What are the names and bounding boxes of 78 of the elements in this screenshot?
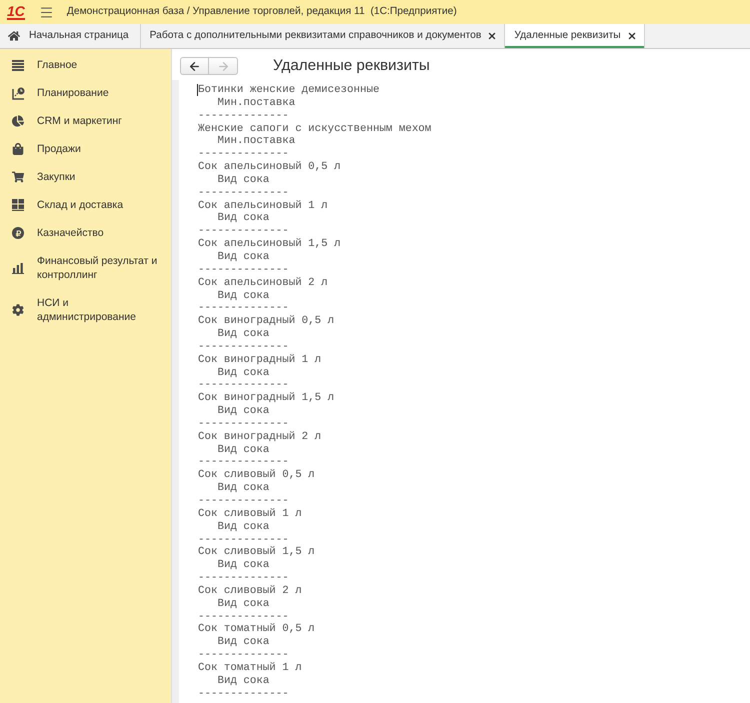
separator-line: -------------- — [198, 264, 289, 277]
home-icon — [8, 30, 20, 42]
bar-chart-icon — [12, 262, 24, 274]
separator-line: -------------- — [198, 225, 289, 238]
attribute-name: Вид сока — [218, 482, 270, 495]
text-cursor — [197, 84, 198, 96]
attribute-name: Вид сока — [218, 520, 270, 534]
chart-clock-icon — [12, 86, 24, 100]
grid-icon — [12, 199, 24, 211]
attribute-name: Вид сока — [218, 250, 270, 264]
shopping-cart-icon — [12, 171, 24, 183]
attribute-name: Вид сока — [218, 636, 270, 650]
attribute-name: Вид сока — [218, 328, 270, 341]
separator-line: -------------- — [198, 572, 289, 585]
sidebar-item[interactable]: Казначейство — [0, 219, 171, 247]
item-name: Сок виноградный 0,5 л — [198, 315, 334, 328]
form-title: Удаленные реквизиты — [273, 57, 430, 75]
back-button[interactable] — [180, 57, 209, 75]
item-name: Сок сливовый 1,5 л — [198, 546, 315, 560]
item-name: Сок томатный 1 л — [198, 662, 302, 675]
attribute-name: Вид сока — [218, 598, 270, 611]
item-name: Сок виноградный 1,5 л — [198, 392, 334, 406]
sidebar-item[interactable]: Главное — [0, 51, 171, 79]
separator-line: -------------- — [198, 148, 289, 161]
separator-line: -------------- — [198, 495, 289, 508]
item-name: Сок апельсиновый 1,5 л — [198, 238, 341, 251]
sidebar-item[interactable]: Закупки — [0, 163, 171, 191]
separator-line: -------------- — [198, 302, 289, 315]
sidebar-item[interactable]: Планирование — [0, 79, 171, 107]
close-icon[interactable] — [626, 31, 637, 41]
ruble-coin-icon — [12, 227, 24, 239]
attribute-name: Мин.поставка — [218, 135, 296, 148]
item-name: Сок сливовый 1 л — [198, 508, 302, 521]
sidebar-item[interactable]: Финансовый результат и контроллинг — [0, 247, 171, 289]
item-name: Сок виноградный 1 л — [198, 354, 322, 367]
separator-line: -------------- — [198, 688, 289, 700]
item-name: Сок томатный 0,5 л — [198, 623, 315, 636]
settings-icon — [12, 304, 24, 316]
attribute-name: Вид сока — [218, 212, 270, 226]
arrow-left-icon — [188, 60, 201, 72]
separator-line: -------------- — [198, 610, 289, 623]
attribute-name: Вид сока — [218, 559, 270, 572]
item-name: Ботинки женские демисезонные — [198, 84, 380, 97]
separator-line: -------------- — [198, 110, 289, 123]
item-name: Сок сливовый 0,5 л — [198, 469, 315, 482]
menu-icon[interactable] — [38, 4, 54, 20]
item-name: Сок апельсиновый 2 л — [198, 276, 328, 290]
item-name: Женские сапоги с искусственным мехом — [198, 122, 432, 136]
attribute-name: Мин.поставка — [218, 96, 296, 110]
item-name: Сок апельсиновый 1 л — [198, 200, 328, 212]
attribute-name: Вид сока — [218, 174, 270, 187]
logo: 1С — [7, 4, 25, 20]
item-name: Сок виноградный 2 л — [198, 430, 322, 444]
item-name: Сок сливовый 2 л — [198, 584, 302, 598]
separator-line: -------------- — [198, 649, 289, 662]
separator-line: -------------- — [198, 379, 289, 392]
sidebar-item[interactable]: НСИ и администрирование — [0, 289, 171, 331]
sidebar-item[interactable]: CRM и маркетинг — [0, 107, 171, 135]
separator-line: -------------- — [198, 186, 289, 200]
list-icon — [12, 60, 24, 70]
window-title: Демонстрационная база / Управление торговлей, редакция 11 (1С:Предприятие) — [66, 5, 457, 20]
attribute-name: Вид сока — [218, 405, 270, 418]
sidebar-item[interactable]: Продажи — [0, 135, 171, 163]
attribute-name: Вид сока — [218, 444, 270, 456]
item-name: Сок апельсиновый 0,5 л — [198, 161, 341, 174]
pie-chart-icon — [12, 115, 24, 127]
separator-line: -------------- — [198, 456, 289, 469]
attribute-name: Вид сока — [218, 290, 270, 302]
separator-line: -------------- — [198, 534, 289, 546]
separator-line: -------------- — [198, 340, 289, 354]
close-icon[interactable] — [487, 31, 498, 41]
arrow-right-icon — [216, 60, 230, 72]
tab[interactable]: Удаленные реквизиты — [505, 24, 645, 48]
attribute-name: Вид сока — [218, 366, 270, 380]
separator-line: -------------- — [198, 418, 289, 431]
attribute-name: Вид сока — [218, 674, 270, 688]
sidebar-item[interactable]: Склад и доставка — [0, 191, 171, 219]
shopping-bag-icon — [12, 143, 24, 155]
